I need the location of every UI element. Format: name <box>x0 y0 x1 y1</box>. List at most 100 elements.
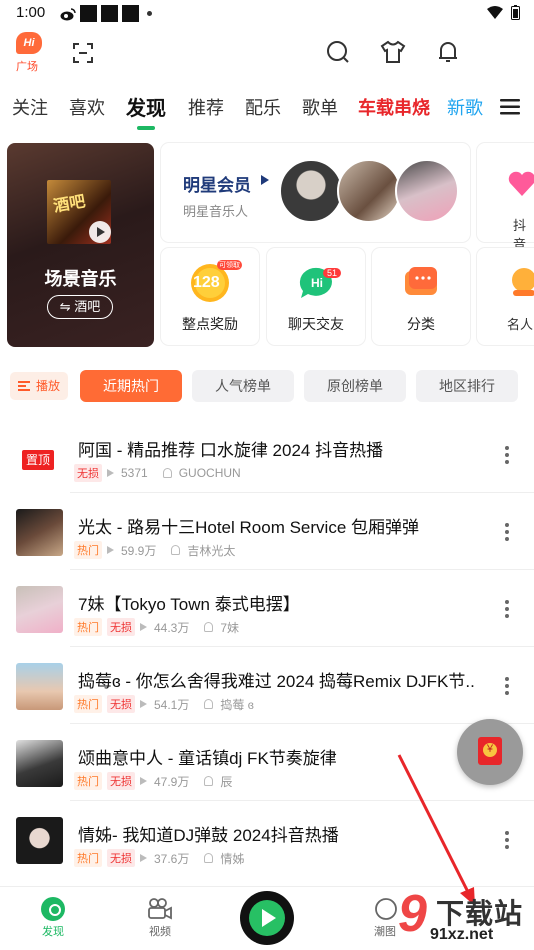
chevron-right-icon <box>261 175 269 185</box>
category-tabs: 关注 喜欢 发现 推荐 配乐 歌单 车载串烧 新歌 <box>0 84 534 134</box>
play-count: 47.9万 <box>154 774 190 789</box>
song-thumbnail <box>16 509 63 556</box>
tab-playlist[interactable]: 歌单 <box>302 94 338 120</box>
status-bar: 1:00 <box>0 0 534 28</box>
category-icon <box>405 267 437 295</box>
category-label: 分类 <box>407 316 435 332</box>
lossless-badge: 无损 <box>107 772 135 790</box>
artist-icon <box>204 853 214 863</box>
tab-recommend[interactable]: 推荐 <box>188 94 224 120</box>
play-icon[interactable] <box>89 221 111 243</box>
disc-icon <box>41 897 65 921</box>
list-item[interactable]: 7妹【Tokyo Town 泰式电摆】 热门 无损 44.3万 7妹 <box>0 570 534 647</box>
notification-icon <box>122 5 139 22</box>
song-meta: 热门 无损 54.1万 捣莓 ɞ <box>74 695 254 713</box>
battery-icon <box>511 5 520 20</box>
hourly-reward-card[interactable]: 128 可领取 整点奖励 <box>161 248 259 345</box>
scan-icon[interactable] <box>72 42 94 64</box>
hot-badge: 热门 <box>74 618 102 636</box>
red-envelope-icon <box>478 737 502 765</box>
lamp-icon <box>512 268 534 296</box>
red-packet-button[interactable] <box>457 719 523 785</box>
artist-icon <box>171 545 181 555</box>
chat-friends-label: 聊天交友 <box>288 316 344 332</box>
menu-icon[interactable] <box>500 98 520 116</box>
tab-new-songs[interactable]: 新歌 <box>447 94 483 120</box>
hot-badge: 热门 <box>74 849 102 867</box>
song-meta: 热门 无损 47.9万 辰 <box>74 772 232 790</box>
chat-friends-card[interactable]: Hi 51 聊天交友 <box>267 248 365 345</box>
more-options-icon[interactable] <box>505 446 509 464</box>
plaza-label[interactable]: 广场 <box>16 58 38 74</box>
list-item[interactable]: 颂曲意中人 - 童话镇dj FK节奏旋律 热门 无损 47.9万 辰 <box>0 724 534 801</box>
artist-name: 捣莓 ɞ <box>220 697 254 712</box>
list-item[interactable]: 置顶 阿国 - 精品推荐 口水旋律 2024 抖音热播 无损 5371 GUOC… <box>0 416 534 493</box>
list-item[interactable]: 捣莓ɞ - 你怎么舍得我难过 2024 捣莓Remix DJFK节.. 热门 无… <box>0 647 534 724</box>
shirt-icon[interactable] <box>380 40 406 64</box>
watermark-url: 91xz.net <box>430 926 494 943</box>
scene-music-card[interactable]: 酒吧 场景音乐 ⇋ 酒吧 <box>7 143 154 347</box>
lossless-badge: 无损 <box>107 695 135 713</box>
song-title[interactable]: 7妹【Tokyo Town 泰式电摆】 <box>78 590 478 615</box>
avatar <box>337 159 401 223</box>
heart-icon <box>508 171 534 196</box>
chip-original-chart[interactable]: 原创榜单 <box>304 370 406 402</box>
celebrity-card[interactable]: 名人 <box>477 248 534 345</box>
lossless-badge: 无损 <box>74 464 102 482</box>
plaza-icon[interactable]: Hi <box>16 32 42 54</box>
douyin-card[interactable]: 抖音 <box>477 143 534 252</box>
nav-video[interactable]: 视频 <box>135 897 185 939</box>
watermark-logo-nine: 9 <box>398 885 427 943</box>
song-meta: 热门 59.9万 吉林光太 <box>74 541 235 559</box>
top-bar: Hi 广场 <box>0 28 534 84</box>
play-icon <box>249 900 285 936</box>
artist-icon <box>204 622 214 632</box>
chip-popular-chart[interactable]: 人气榜单 <box>192 370 294 402</box>
avatar <box>395 159 459 223</box>
play-all-button[interactable]: 播放 <box>10 372 68 400</box>
search-icon[interactable] <box>326 40 350 64</box>
hot-badge: 热门 <box>74 772 102 790</box>
chip-region-ranking[interactable]: 地区排行 <box>416 370 518 402</box>
reward-number: 128 <box>193 274 220 291</box>
list-item[interactable]: 光太 - 路易十三Hotel Room Service 包厢弹弹 热门 59.9… <box>0 493 534 570</box>
tab-soundtrack[interactable]: 配乐 <box>245 94 281 120</box>
more-options-icon[interactable] <box>505 831 509 849</box>
artist-icon <box>162 468 172 478</box>
play-count-icon <box>107 469 114 477</box>
song-title[interactable]: 光太 - 路易十三Hotel Room Service 包厢弹弹 <box>78 513 478 538</box>
category-card[interactable]: 分类 <box>372 248 470 345</box>
tab-discover[interactable]: 发现 <box>126 92 166 121</box>
bell-icon[interactable] <box>436 40 460 64</box>
song-title[interactable]: 颂曲意中人 - 童话镇dj FK节奏旋律 <box>78 744 478 769</box>
lossless-badge: 无损 <box>107 618 135 636</box>
song-thumbnail <box>16 740 63 787</box>
more-options-icon[interactable] <box>505 523 509 541</box>
reward-claimable-badge: 可领取 <box>217 260 242 270</box>
star-member-card[interactable]: 明星会员 明星音乐人 <box>161 143 470 242</box>
play-count-icon <box>140 623 147 631</box>
nav-video-label: 视频 <box>149 926 171 938</box>
now-playing-button[interactable] <box>240 891 294 945</box>
more-options-icon[interactable] <box>505 677 509 695</box>
avatar <box>279 159 343 223</box>
tab-car-medley[interactable]: 车载串烧 <box>358 94 430 120</box>
song-title[interactable]: 情姊- 我知道DJ弹鼓 2024抖音热播 <box>78 821 478 846</box>
play-count-icon <box>140 700 147 708</box>
pinned-badge: 置顶 <box>22 450 54 470</box>
tab-like[interactable]: 喜欢 <box>69 94 105 120</box>
play-count: 5371 <box>121 466 148 480</box>
more-notifications-dot <box>147 11 152 16</box>
scene-tag[interactable]: ⇋ 酒吧 <box>47 295 113 319</box>
list-item[interactable]: 情姊- 我知道DJ弹鼓 2024抖音热播 热门 无损 37.6万 情姊 <box>0 801 534 878</box>
weibo-icon <box>60 7 76 20</box>
chart-filter-row: 播放 近期热门 人气榜单 原创榜单 地区排行 <box>0 354 534 416</box>
song-title[interactable]: 捣莓ɞ - 你怎么舍得我难过 2024 捣莓Remix DJFK节.. <box>78 667 478 692</box>
wifi-icon <box>487 6 503 19</box>
more-options-icon[interactable] <box>505 600 509 618</box>
lossless-badge: 无损 <box>107 849 135 867</box>
song-title[interactable]: 阿国 - 精品推荐 口水旋律 2024 抖音热播 <box>78 436 478 461</box>
chip-recent-hot[interactable]: 近期热门 <box>80 370 182 402</box>
nav-discover[interactable]: 发现 <box>28 897 78 939</box>
tab-follow[interactable]: 关注 <box>12 94 48 120</box>
